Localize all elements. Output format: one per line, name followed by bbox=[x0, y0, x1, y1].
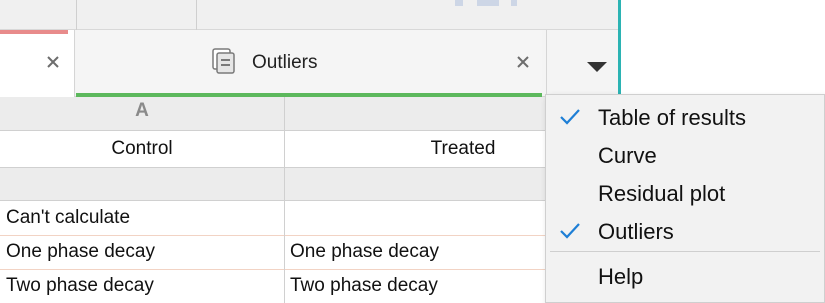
sheet-tab-bar: Outliers bbox=[0, 30, 620, 97]
table-cell[interactable]: One phase decay bbox=[6, 235, 284, 269]
table-cell[interactable]: Two phase decay bbox=[6, 269, 284, 303]
toolbar-faint-icons bbox=[455, 0, 535, 8]
tab-label: Outliers bbox=[252, 52, 318, 73]
menu-item-label: Residual plot bbox=[598, 181, 726, 206]
menu-item-curve[interactable]: Curve bbox=[546, 136, 824, 174]
triangle-down-icon bbox=[587, 62, 607, 72]
tab-previous-sheet[interactable] bbox=[0, 30, 75, 97]
table-cell[interactable]: One phase decay bbox=[290, 235, 540, 269]
menu-item-help[interactable]: Help bbox=[546, 257, 824, 295]
check-icon bbox=[558, 105, 582, 129]
tab-outliers[interactable]: Outliers bbox=[76, 30, 542, 97]
menu-separator bbox=[550, 251, 820, 252]
row-divider bbox=[0, 235, 620, 236]
menu-item-outliers[interactable]: Outliers bbox=[546, 212, 824, 250]
results-sheet-icon bbox=[212, 48, 236, 74]
check-icon bbox=[558, 219, 582, 243]
menu-item-residual-plot[interactable]: Residual plot bbox=[546, 174, 824, 212]
toolbar-divider bbox=[76, 0, 77, 30]
tab-menu-button[interactable] bbox=[546, 30, 620, 97]
column-divider bbox=[284, 97, 285, 303]
subheader-row bbox=[0, 167, 620, 201]
menu-item-label: Table of results bbox=[598, 105, 746, 130]
table-cell[interactable]: Can't calculate bbox=[6, 201, 284, 235]
menu-item-label: Outliers bbox=[598, 219, 674, 244]
close-icon[interactable] bbox=[42, 51, 64, 73]
close-icon[interactable] bbox=[512, 51, 534, 73]
tab-color-accent bbox=[0, 30, 68, 34]
menu-item-label: Help bbox=[598, 264, 644, 289]
top-toolbar-strip bbox=[0, 0, 620, 30]
tab-context-menu: Table of results Curve Residual plot Out… bbox=[545, 94, 825, 303]
results-table: A B Control Treated Can't calculate One … bbox=[0, 97, 620, 303]
menu-item-label: Curve bbox=[598, 143, 657, 168]
toolbar-divider bbox=[196, 0, 197, 30]
table-cell[interactable]: Two phase decay bbox=[290, 269, 540, 303]
column-header-a[interactable]: A bbox=[0, 97, 284, 131]
column-title-control[interactable]: Control bbox=[0, 132, 284, 166]
menu-item-table-of-results[interactable]: Table of results bbox=[546, 98, 824, 136]
row-divider bbox=[0, 269, 620, 270]
